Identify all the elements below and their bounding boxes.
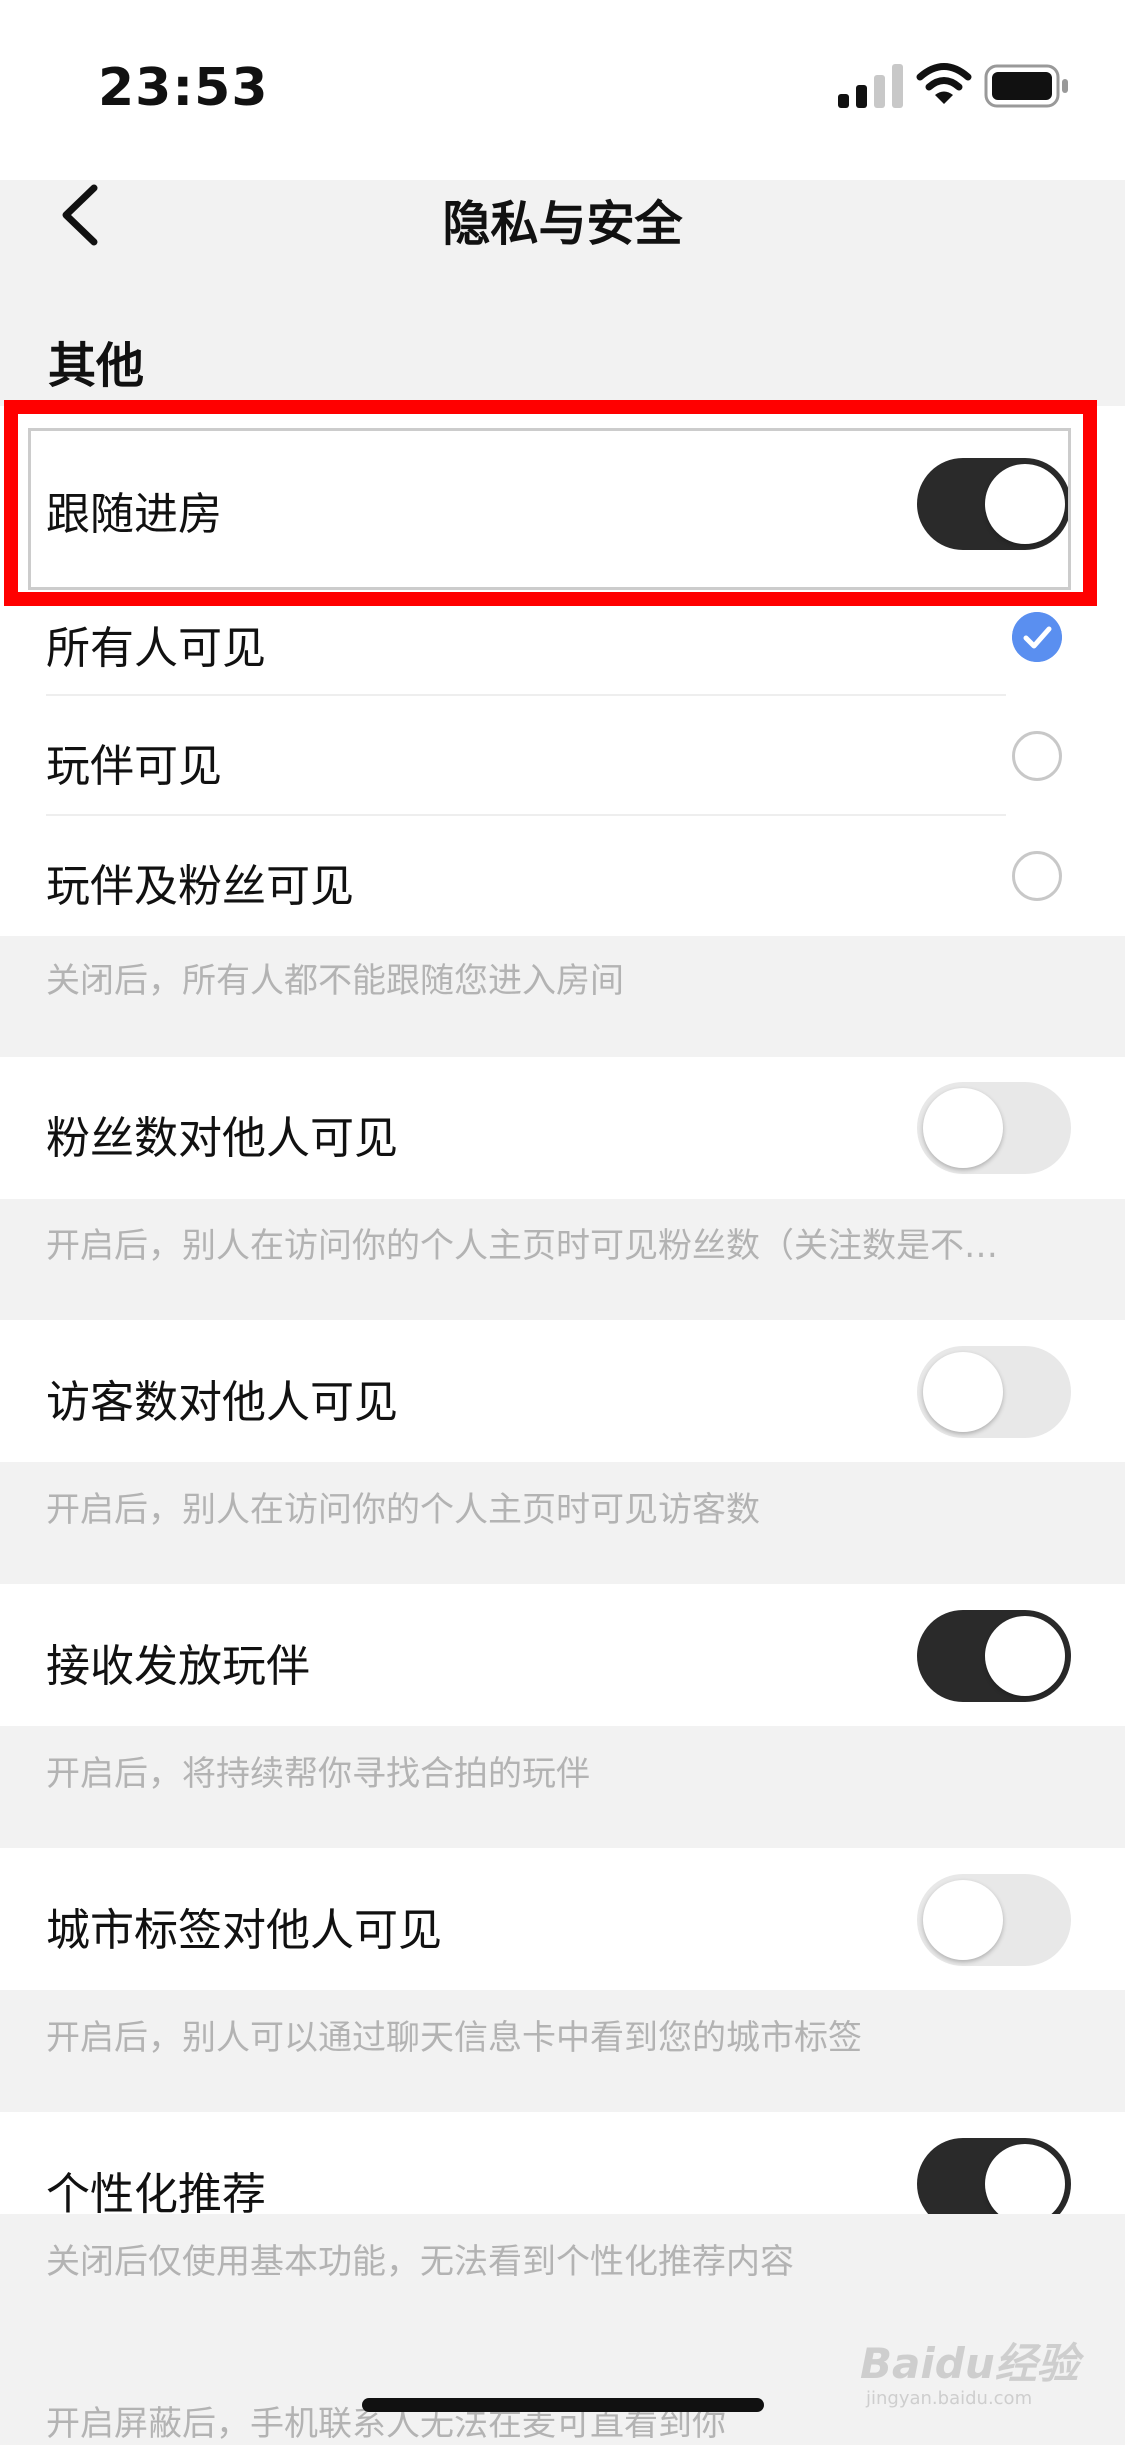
option-partners-label: 玩伴可见 bbox=[46, 741, 222, 792]
section-title: 其他 bbox=[48, 338, 145, 394]
fans-visible-toggle[interactable] bbox=[917, 1082, 1071, 1174]
divider bbox=[46, 814, 1006, 816]
visitors-visible-hint: 开启后，别人在访问你的个人主页时可见访客数 bbox=[46, 1490, 760, 1530]
option-partners-fans-label: 玩伴及粉丝可见 bbox=[46, 861, 354, 912]
page-title: 隐私与安全 bbox=[442, 196, 683, 252]
receive-partners-label: 接收发放玩伴 bbox=[46, 1641, 310, 1692]
toggle-knob bbox=[985, 1616, 1065, 1696]
baidu-watermark-url: jingyan.baidu.com bbox=[866, 2388, 1033, 2409]
city-tag-label: 城市标签对他人可见 bbox=[46, 1905, 442, 1956]
personalized-label: 个性化推荐 bbox=[46, 2169, 266, 2220]
radio-unselected-icon[interactable] bbox=[1012, 851, 1062, 901]
status-time: 23:53 bbox=[98, 58, 269, 118]
baidu-watermark: Baidu经验 bbox=[860, 2339, 1079, 2388]
toggle-knob bbox=[923, 1880, 1003, 1960]
cellular-signal-icon bbox=[838, 64, 903, 108]
radio-unselected-icon[interactable] bbox=[1012, 731, 1062, 781]
visitors-visible-toggle[interactable] bbox=[917, 1346, 1071, 1438]
personalized-toggle[interactable] bbox=[917, 2138, 1071, 2214]
divider bbox=[46, 694, 1006, 696]
receive-partners-hint: 开启后，将持续帮你寻找合拍的玩伴 bbox=[46, 1754, 590, 1794]
personalized-hint: 关闭后仅使用基本功能，无法看到个性化推荐内容 bbox=[46, 2242, 794, 2282]
toggle-knob bbox=[985, 2144, 1065, 2214]
toggle-knob bbox=[923, 1352, 1003, 1432]
fans-visible-label: 粉丝数对他人可见 bbox=[46, 1113, 398, 1164]
wifi-icon bbox=[916, 63, 972, 104]
toggle-knob bbox=[923, 1088, 1003, 1168]
follow-hint: 关闭后，所有人都不能跟随您进入房间 bbox=[46, 961, 624, 1001]
highlight-inner-border bbox=[28, 428, 1071, 590]
fans-visible-hint: 开启后，别人在访问你的个人主页时可见粉丝数（关注数是不… bbox=[46, 1226, 998, 1266]
home-indicator bbox=[362, 2398, 764, 2412]
city-tag-hint: 开启后，别人可以通过聊天信息卡中看到您的城市标签 bbox=[46, 2018, 862, 2058]
visitors-visible-label: 访客数对他人可见 bbox=[46, 1377, 398, 1428]
battery-icon bbox=[984, 64, 1068, 108]
option-everyone-label: 所有人可见 bbox=[46, 623, 266, 674]
receive-partners-toggle[interactable] bbox=[917, 1610, 1071, 1702]
city-tag-toggle[interactable] bbox=[917, 1874, 1071, 1966]
check-selected-icon[interactable] bbox=[1012, 612, 1062, 662]
